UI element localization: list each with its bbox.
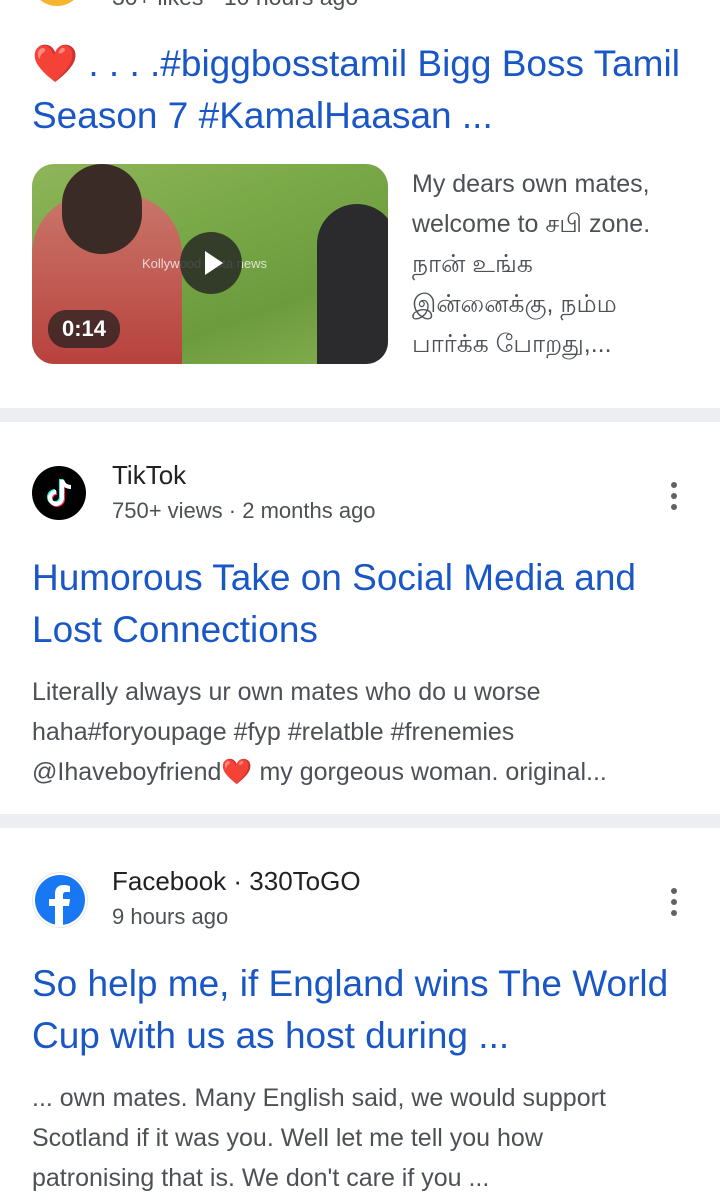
result-snippet: Literally always ur own mates who do u w… (32, 678, 607, 786)
result-meta: 750+ views · 2 months ago (112, 498, 376, 523)
person-head (62, 164, 142, 254)
video-duration: 0:14 (48, 310, 121, 348)
source-name[interactable]: Facebook · 330ToGO (112, 866, 361, 897)
divider (0, 814, 720, 828)
source-name[interactable]: TikTok (112, 460, 186, 491)
result-meta: 30+ likes · 10 hours ago (112, 0, 358, 11)
video-thumbnail[interactable]: Kollywood Insta news 0:14 (32, 164, 388, 364)
result-snippet: ... own mates. Many English said, we wou… (32, 1084, 606, 1192)
person-figure (317, 204, 388, 364)
result-meta: 9 hours ago (112, 904, 229, 929)
result-title-link[interactable]: ❤️ . . . .#biggbosstamil Bigg Boss Tamil… (32, 38, 692, 142)
result-title-link[interactable]: Humorous Take on Social Media and Lost C… (32, 552, 692, 656)
source-avatar (32, 0, 82, 6)
more-vert-icon[interactable] (660, 476, 688, 516)
more-vert-icon[interactable] (660, 882, 688, 922)
facebook-logo-icon (32, 872, 88, 928)
divider (0, 408, 720, 422)
result-snippet: My dears own mates, welcome to சபி zone.… (412, 170, 651, 358)
tiktok-logo-icon (32, 466, 86, 520)
result-title-link[interactable]: So help me, if England wins The World Cu… (32, 958, 692, 1062)
play-icon[interactable] (180, 232, 242, 294)
